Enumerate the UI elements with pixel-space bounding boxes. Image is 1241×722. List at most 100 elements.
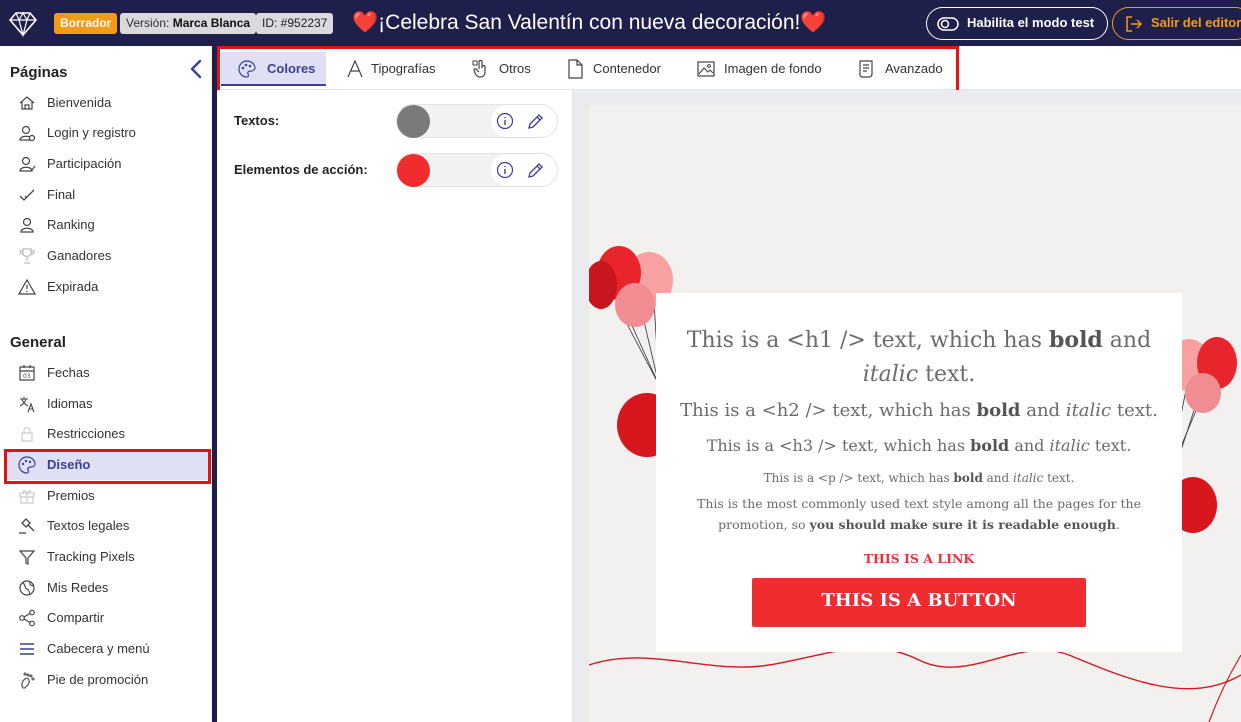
sidebar-item-restricciones[interactable]: Restricciones [6, 419, 208, 449]
tab-label: Tipografías [371, 61, 436, 76]
sidebar-item-label: Premios [47, 488, 95, 503]
promotion-title-text: ¡Celebra San Valentín con nueva decoraci… [378, 11, 801, 34]
info-icon[interactable] [495, 160, 515, 180]
sidebar-item-textos-legales[interactable]: Textos legales [6, 511, 208, 541]
sample-button[interactable]: THIS IS A BUTTON [752, 578, 1086, 627]
text-segment: This is a <h1 /> text, which has [686, 328, 1050, 353]
menu-icon [20, 643, 34, 655]
svg-text:03: 03 [23, 373, 31, 380]
heart-icon: ❤️ [352, 11, 379, 34]
user-login-icon [19, 125, 36, 142]
text-segment: and [1009, 436, 1050, 455]
toggle-icon [937, 17, 959, 31]
accion-color-field[interactable] [396, 153, 558, 187]
general-section-title: General [10, 334, 66, 351]
ranking-icon [20, 217, 34, 233]
text-italic: italic [1013, 471, 1044, 485]
advanced-icon [859, 60, 873, 78]
textos-color-label: Textos: [234, 113, 280, 128]
palette-icon [18, 456, 36, 474]
sidebar-item-ranking[interactable]: Ranking [6, 210, 208, 240]
sidebar-item-diseno[interactable]: Diseño [6, 450, 208, 480]
sidebar-item-label: Textos legales [47, 518, 130, 533]
heart-icon: ❤️ [800, 11, 827, 34]
diamond-logo-icon[interactable] [8, 8, 38, 38]
text-segment: and [1102, 328, 1152, 353]
sidebar-item-participacion[interactable]: Participación [6, 149, 208, 179]
check-icon [19, 189, 35, 201]
tab-contenedor[interactable]: Contenedor [549, 52, 674, 86]
sidebar-item-fechas[interactable]: 03 Fechas [6, 358, 208, 388]
sidebar-item-premios[interactable]: Premios [6, 481, 208, 511]
text-segment: text. [1111, 400, 1158, 421]
color-swatch[interactable] [397, 154, 430, 187]
sidebar-item-expirada[interactable]: Expirada [6, 272, 208, 302]
exit-icon [1126, 16, 1143, 32]
warning-icon [18, 278, 36, 295]
color-field-actions [491, 105, 557, 137]
sidebar-item-login[interactable]: Login y registro [6, 118, 208, 148]
sample-h3: This is a <h3 /> text, which has bold an… [666, 436, 1172, 455]
textos-color-field[interactable] [396, 104, 558, 138]
trophy-icon [19, 248, 35, 264]
text-segment: text. [918, 362, 976, 387]
gift-icon [19, 490, 35, 504]
sidebar-item-pie[interactable]: Pie de promoción [6, 665, 208, 695]
sidebar-item-bienvenida[interactable]: Bienvenida [6, 88, 208, 118]
tab-label: Contenedor [593, 61, 661, 76]
font-icon [347, 59, 363, 78]
sidebar-item-label: Diseño [47, 457, 91, 472]
tab-label: Imagen de fondo [724, 61, 822, 76]
color-field-actions [491, 154, 557, 186]
sample-body-text: This is the most commonly used text styl… [696, 493, 1142, 535]
sidebar-item-label: Idiomas [47, 396, 93, 411]
text-segment: and [982, 471, 1014, 485]
status-badge: Borrador [54, 13, 118, 34]
sidebar-item-ganadores[interactable]: Ganadores [6, 241, 208, 271]
exit-editor-button[interactable]: Salir del editor [1112, 7, 1241, 40]
sidebar-item-cabecera[interactable]: Cabecera y menú [6, 634, 208, 664]
sidebar-item-label: Cabecera y menú [47, 641, 150, 656]
text-segment: text. [1089, 436, 1132, 455]
palette-icon [238, 60, 256, 78]
tab-imagen-fondo[interactable]: Imagen de fondo [680, 52, 840, 86]
test-mode-button[interactable]: Habilita el modo test [926, 7, 1108, 40]
pencil-icon[interactable] [526, 111, 546, 131]
text-bold: you should make sure it is readable enou… [809, 517, 1116, 532]
sidebar-item-label: Compartir [47, 610, 105, 625]
sidebar-item-idiomas[interactable]: Idiomas [6, 389, 208, 419]
text-segment: . [1115, 517, 1120, 532]
sidebar-item-label: Ranking [47, 217, 95, 232]
text-bold: bold [970, 436, 1010, 455]
sidebar: Páginas Bienvenida Login y registro Part… [0, 46, 212, 722]
sidebar-item-label: Expirada [47, 279, 99, 294]
pages-section-title: Páginas [10, 64, 68, 81]
home-icon [19, 96, 35, 110]
pencil-icon[interactable] [526, 160, 546, 180]
version-prefix: Versión: [126, 16, 170, 30]
text-bold: bold [1049, 327, 1103, 353]
sample-link[interactable]: THIS IS A LINK [666, 551, 1172, 566]
image-icon [697, 61, 715, 77]
tab-colores[interactable]: Colores [221, 52, 326, 86]
text-bold: bold [976, 400, 1021, 421]
sidebar-item-tracking[interactable]: Tracking Pixels [6, 542, 208, 572]
tab-avanzado[interactable]: Avanzado [841, 52, 953, 86]
info-icon[interactable] [495, 111, 515, 131]
id-badge: ID: #952237 [256, 13, 334, 34]
sidebar-item-final[interactable]: Final [6, 180, 208, 210]
collapse-sidebar-icon[interactable] [188, 59, 204, 79]
color-swatch[interactable] [397, 105, 430, 138]
tab-label: Otros [499, 61, 531, 76]
sidebar-item-compartir[interactable]: Compartir [6, 603, 208, 633]
tab-tipografias[interactable]: Tipografías [329, 52, 449, 86]
version-value: Marca Blanca [172, 16, 251, 30]
pointer-icon [472, 59, 486, 78]
sidebar-item-mis-redes[interactable]: Mis Redes [6, 573, 208, 603]
text-segment: and [1020, 400, 1066, 421]
text-italic: italic [1065, 400, 1112, 421]
sidebar-item-label: Login y registro [47, 125, 136, 140]
text-segment: text. [1043, 471, 1075, 485]
lock-icon [21, 427, 33, 442]
tab-otros[interactable]: Otros [455, 52, 545, 86]
